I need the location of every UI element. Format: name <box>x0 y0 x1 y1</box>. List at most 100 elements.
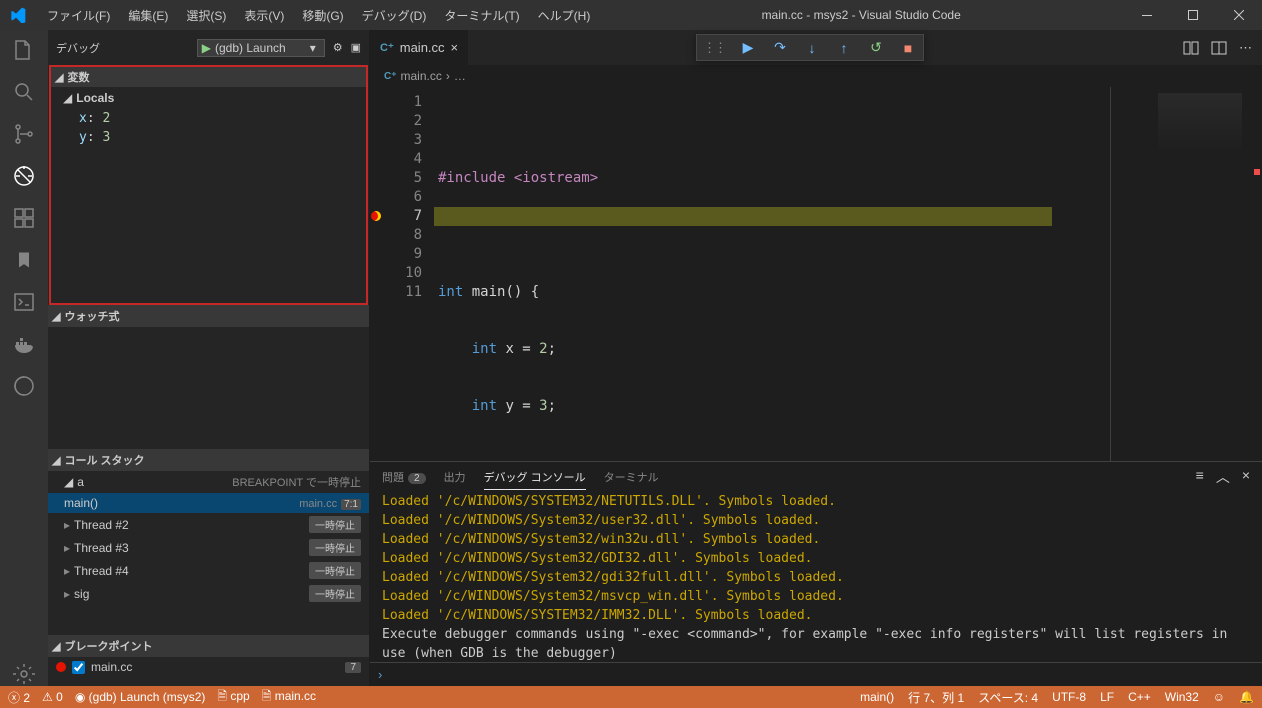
status-os[interactable]: Win32 <box>1165 690 1199 704</box>
callstack-thread[interactable]: ▸Thread #3一時停止 <box>48 536 369 559</box>
clear-icon[interactable]: ≡ <box>1196 467 1204 487</box>
locals-header[interactable]: ◢Locals <box>51 87 366 109</box>
docker-icon[interactable] <box>12 332 36 356</box>
split-icon[interactable] <box>1211 40 1227 56</box>
ruler-line <box>1110 87 1111 461</box>
menu-edit[interactable]: 編集(E) <box>120 3 176 28</box>
stop-button[interactable]: ■ <box>899 40 917 56</box>
menu-terminal[interactable]: ターミナル(T) <box>436 3 527 28</box>
console-icon[interactable]: ▣ <box>351 41 361 54</box>
menu-view[interactable]: 表示(V) <box>236 3 292 28</box>
cpp-file-icon: C⁺ <box>384 71 397 82</box>
variable-x[interactable]: x: 2 <box>51 109 366 128</box>
cpp-file-icon: C⁺ <box>380 41 394 54</box>
test-icon[interactable] <box>12 374 36 398</box>
step-into-button[interactable]: ↓ <box>803 40 821 56</box>
callstack-thread[interactable]: ▸sig一時停止 <box>48 582 369 605</box>
status-fn[interactable]: main() <box>860 690 894 704</box>
compare-icon[interactable] <box>1183 40 1199 56</box>
menu-file[interactable]: ファイル(F) <box>39 3 118 28</box>
minimap[interactable] <box>1152 87 1262 461</box>
menu-select[interactable]: 選択(S) <box>178 3 234 28</box>
callstack-thread[interactable]: ▸Thread #4一時停止 <box>48 559 369 582</box>
settings-gear-icon[interactable] <box>12 662 36 686</box>
current-line-highlight <box>434 207 1052 226</box>
step-out-button[interactable]: ↑ <box>835 40 853 56</box>
callstack-thread-a[interactable]: ◢a BREAKPOINT で一時停止 <box>48 471 369 493</box>
feedback-icon[interactable]: ☺ <box>1213 690 1225 704</box>
status-encoding[interactable]: UTF-8 <box>1052 690 1086 704</box>
watch-header[interactable]: ◢ウォッチ式 <box>48 305 369 327</box>
code-content[interactable]: #include <iostream> int main() { int x =… <box>434 87 1152 461</box>
gear-icon[interactable]: ⚙ <box>333 41 343 54</box>
menu-help[interactable]: ヘルプ(H) <box>530 3 599 28</box>
window-title: main.cc - msys2 - Visual Studio Code <box>598 8 1124 22</box>
breakpoint-dot-icon <box>56 662 66 672</box>
close-button[interactable] <box>1216 0 1262 30</box>
tab-main-cc[interactable]: C⁺ main.cc × <box>370 30 469 65</box>
menu-bar: ファイル(F) 編集(E) 選択(S) 表示(V) 移動(G) デバッグ(D) … <box>35 3 598 28</box>
breakpoint-checkbox[interactable] <box>72 661 85 674</box>
menu-go[interactable]: 移動(G) <box>294 3 351 28</box>
tab-terminal[interactable]: ターミナル <box>604 465 659 489</box>
close-panel-icon[interactable]: × <box>1242 467 1250 487</box>
status-errors[interactable]: ⓧ 2 <box>8 689 30 706</box>
extensions-icon[interactable] <box>12 206 36 230</box>
status-launch[interactable]: ◉ (gdb) Launch (msys2) <box>75 690 206 704</box>
tab-debug-console[interactable]: デバッグ コンソール <box>484 465 586 490</box>
step-over-button[interactable]: ↷ <box>771 39 789 56</box>
bell-icon[interactable]: 🔔 <box>1239 690 1254 704</box>
status-spaces[interactable]: スペース: 4 <box>978 689 1038 706</box>
chevron-down-icon: ▾ <box>310 41 316 55</box>
status-warnings[interactable]: ⚠ 0 <box>42 690 63 704</box>
status-lncol[interactable]: 行 7、列 1 <box>908 689 964 706</box>
debug-sidebar: デバッグ ▶ (gdb) Launch ▾ ⚙ ▣ ◢変数 ◢Locals x:… <box>48 30 370 686</box>
debug-toolbar[interactable]: ⋮⋮ ▶ ↷ ↓ ↑ ↺ ■ <box>696 34 924 61</box>
breadcrumb-more: … <box>454 69 466 83</box>
source-control-icon[interactable] <box>12 122 36 146</box>
variables-header[interactable]: ◢変数 <box>51 65 366 87</box>
glyph-margin[interactable] <box>370 87 384 461</box>
breakpoint-row[interactable]: main.cc 7 <box>48 657 369 677</box>
search-icon[interactable] <box>12 80 36 104</box>
maximize-button[interactable] <box>1170 0 1216 30</box>
breakpoint-glyph-icon[interactable] <box>371 211 381 221</box>
callstack-frame-main[interactable]: main() main.cc7:1 <box>48 493 369 513</box>
bookmark-icon[interactable] <box>12 248 36 272</box>
debug-icon[interactable] <box>12 164 36 188</box>
bottom-panel: 問題2 出力 デバッグ コンソール ターミナル ≡ ︿ × Loaded '/c… <box>370 461 1262 686</box>
breakpoint-line: 7 <box>345 662 361 673</box>
chevron-right-icon: › <box>446 69 450 83</box>
callstack-thread[interactable]: ▸Thread #2一時停止 <box>48 513 369 536</box>
tab-output[interactable]: 出力 <box>444 465 466 489</box>
minimize-button[interactable] <box>1124 0 1170 30</box>
status-eol[interactable]: LF <box>1100 690 1114 704</box>
callstack-header[interactable]: ◢コール スタック <box>48 449 369 471</box>
sidebar-title: デバッグ <box>56 40 100 56</box>
close-icon[interactable]: × <box>451 40 459 55</box>
menu-debug[interactable]: デバッグ(D) <box>354 3 435 28</box>
explorer-icon[interactable] <box>12 38 36 62</box>
continue-button[interactable]: ▶ <box>739 39 757 56</box>
breakpoint-file: main.cc <box>91 660 132 674</box>
debug-console-output[interactable]: Loaded '/c/WINDOWS/SYSTEM32/NETUTILS.DLL… <box>370 492 1262 662</box>
collapse-icon[interactable]: ︿ <box>1216 467 1230 487</box>
play-icon: ▶ <box>202 41 211 55</box>
tab-problems[interactable]: 問題2 <box>382 465 426 489</box>
terminal-panel-icon[interactable] <box>12 290 36 314</box>
line-number-gutter: 1234567891011 <box>384 87 434 461</box>
status-file[interactable]: 🗎 main.cc <box>262 687 316 708</box>
launch-config-select[interactable]: ▶ (gdb) Launch ▾ <box>197 39 325 57</box>
error-marker-icon <box>1254 169 1260 175</box>
restart-button[interactable]: ↺ <box>867 39 885 56</box>
panel-tabs: 問題2 出力 デバッグ コンソール ターミナル ≡ ︿ × <box>370 462 1262 492</box>
code-editor[interactable]: 1234567891011 #include <iostream> int ma… <box>370 87 1262 461</box>
status-lang[interactable]: C++ <box>1128 690 1151 704</box>
status-cpp[interactable]: 🗎 cpp <box>217 687 249 708</box>
breakpoints-header[interactable]: ◢ブレークポイント <box>48 635 369 657</box>
variable-y[interactable]: y: 3 <box>51 128 366 147</box>
more-icon[interactable]: ⋯ <box>1239 40 1252 56</box>
drag-grip-icon[interactable]: ⋮⋮ <box>703 40 725 56</box>
breadcrumb[interactable]: C⁺ main.cc › … <box>370 65 1262 87</box>
debug-console-input[interactable]: › <box>370 662 1262 686</box>
